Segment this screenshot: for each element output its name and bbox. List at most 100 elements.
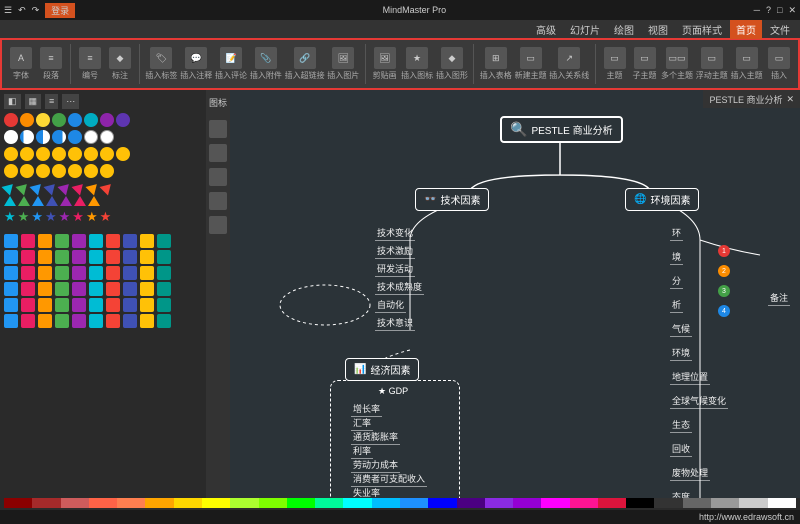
menu-首页[interactable]: 首页 — [730, 20, 762, 39]
prog-a[interactable] — [84, 130, 98, 144]
panel-tabs[interactable]: ◧ ▦ ≡ ⋯ — [4, 94, 202, 109]
strip-icon-task[interactable] — [209, 168, 227, 186]
icon-panel: ◧ ▦ ≡ ⋯ — [0, 90, 206, 498]
leaf-r-4[interactable]: 气候 — [670, 321, 692, 337]
leaf-r-5[interactable]: 环境 — [670, 345, 692, 361]
ribbon-主题[interactable]: ▭主题 — [602, 47, 628, 81]
menu-高级[interactable]: 高级 — [530, 20, 562, 39]
leaf-r-7[interactable]: 全球气候变化 — [670, 393, 728, 409]
ribbon-插入超链接[interactable]: 🔗插入超链接 — [285, 47, 324, 81]
leaf-r-8[interactable]: 生态 — [670, 417, 692, 433]
leaf-l-3[interactable]: 技术成熟度 — [375, 279, 424, 295]
ribbon-插入标签[interactable]: 🏷插入标签 — [146, 47, 177, 81]
priority-4[interactable] — [52, 113, 66, 127]
leaf-r-6[interactable]: 地理位置 — [670, 369, 710, 385]
ribbon-新建主题[interactable]: ▭新建主题 — [515, 47, 546, 81]
ribbon-插入附件[interactable]: 📎插入附件 — [250, 47, 281, 81]
ribbon-多个主题[interactable]: ▭▭多个主题 — [662, 47, 693, 81]
tab-more[interactable]: ⋯ — [62, 94, 79, 109]
emoji-1[interactable] — [4, 147, 18, 161]
side-panel: ◧ ▦ ≡ ⋯ — [0, 90, 230, 498]
ribbon-插入主题[interactable]: ▭插入主题 — [731, 47, 762, 81]
strip-icon-cal[interactable] — [209, 216, 227, 234]
prog-75[interactable] — [52, 130, 66, 144]
node-env[interactable]: 🌐环境因素 — [625, 188, 699, 211]
color-strip[interactable] — [0, 498, 800, 510]
note-leaf[interactable]: 备注 — [768, 290, 790, 306]
menu-视图[interactable]: 视图 — [642, 20, 674, 39]
ribbon-编号[interactable]: ≡编号 — [77, 47, 103, 81]
priority-3[interactable] — [36, 113, 50, 127]
leaf-box-6[interactable]: 失业率 — [351, 485, 382, 498]
tab-img[interactable]: ≡ — [45, 94, 58, 109]
document-tab[interactable]: PESTLE 商业分析✕ — [703, 90, 800, 108]
prog-0[interactable] — [4, 130, 18, 144]
priority-7[interactable] — [100, 113, 114, 127]
ribbon-插入图片[interactable]: 🖼插入图片 — [328, 47, 359, 81]
ribbon-标注[interactable]: ◆标注 — [107, 47, 133, 81]
min-icon[interactable]: ─ — [754, 5, 760, 15]
help-icon[interactable]: ? — [766, 5, 771, 15]
priority-2[interactable] — [20, 113, 34, 127]
tab-clip[interactable]: ▦ — [25, 94, 42, 109]
strip-icon-link[interactable] — [209, 192, 227, 210]
ribbon-浮动主题[interactable]: ▭浮动主题 — [696, 47, 727, 81]
prog-50[interactable] — [36, 130, 50, 144]
ribbon-插入评论[interactable]: 📝插入评论 — [216, 47, 247, 81]
emoji-row2 — [4, 164, 202, 178]
ribbon-toolbar: A字体≡段落 ≡编号◆标注 🏷插入标签💬插入注释📝插入评论📎插入附件🔗插入超链接🖼插… — [0, 38, 800, 90]
ribbon-插入[interactable]: ▭插入 — [766, 47, 792, 81]
leaf-l-4[interactable]: 自动化 — [375, 297, 406, 313]
menu-文件[interactable]: 文件 — [764, 20, 796, 39]
close-tab-icon[interactable]: ✕ — [786, 94, 794, 105]
leaf-l-2[interactable]: 研发活动 — [375, 261, 415, 277]
menu-页面样式[interactable]: 页面样式 — [676, 20, 728, 39]
ribbon-插入注释[interactable]: 💬插入注释 — [181, 47, 212, 81]
priority-6[interactable] — [84, 113, 98, 127]
prog-b[interactable] — [100, 130, 114, 144]
priority-5[interactable] — [68, 113, 82, 127]
menu-绘图[interactable]: 绘图 — [608, 20, 640, 39]
emoji-row1 — [4, 147, 202, 161]
ribbon-剪贴画[interactable]: 🖼剪贴画 — [372, 47, 398, 81]
ribbon-子主题[interactable]: ▭子主题 — [632, 47, 658, 81]
ribbon-插入图标[interactable]: ★插入图标 — [402, 47, 433, 81]
right-icon-strip: 图标 — [206, 90, 230, 498]
leaf-r-1[interactable]: 境 — [670, 249, 683, 265]
canvas[interactable]: PESTLE 商业分析✕ 🔍PESTLE 商业分析 👓技术因素 🌐环境因素 📊经… — [230, 90, 800, 498]
leaf-r-3[interactable]: 析 — [670, 297, 683, 313]
menu-幻灯片[interactable]: 幻灯片 — [564, 20, 606, 39]
node-tech[interactable]: 👓技术因素 — [415, 188, 489, 211]
url-label: http://www.edrawsoft.cn — [699, 512, 794, 522]
strip-icon-clip[interactable] — [209, 120, 227, 138]
prog-25[interactable] — [20, 130, 34, 144]
strip-icon-img[interactable] — [209, 144, 227, 162]
leaf-l-1[interactable]: 技术激励 — [375, 243, 415, 259]
redo-icon[interactable]: ↷ — [32, 5, 40, 16]
tab-marks[interactable]: ◧ — [4, 94, 21, 109]
login-btn[interactable]: 登录 — [45, 3, 75, 18]
ribbon-插入关系线[interactable]: ↗插入关系线 — [550, 47, 589, 81]
leaf-r-10[interactable]: 废物处理 — [670, 465, 710, 481]
priority-1[interactable] — [4, 113, 18, 127]
leaf-l-0[interactable]: 技术变化 — [375, 225, 415, 241]
leaf-r-0[interactable]: 环 — [670, 225, 683, 241]
root-node[interactable]: 🔍PESTLE 商业分析 — [500, 116, 623, 143]
ribbon-段落[interactable]: ≡段落 — [38, 47, 64, 81]
arrow-row — [4, 181, 202, 193]
leaf-r-11[interactable]: 态度 — [670, 489, 692, 498]
window-icon[interactable]: □ — [777, 5, 782, 15]
ribbon-插入图形[interactable]: ◆插入图形 — [437, 47, 468, 81]
leaf-r-9[interactable]: 回收 — [670, 441, 692, 457]
priority-8[interactable] — [116, 113, 130, 127]
leaf-l-5[interactable]: 技术意识 — [375, 315, 415, 331]
close-icon[interactable]: ✕ — [788, 5, 796, 16]
prog-100[interactable] — [68, 130, 82, 144]
undo-icon[interactable]: ↶ — [18, 5, 26, 16]
node-econ[interactable]: 📊经济因素 — [345, 358, 419, 381]
ribbon-插入表格[interactable]: ⊞插入表格 — [480, 47, 511, 81]
menu-icon[interactable]: ☰ — [4, 5, 12, 16]
symbol-grid — [4, 234, 202, 328]
ribbon-字体[interactable]: A字体 — [8, 47, 34, 81]
leaf-r-2[interactable]: 分 — [670, 273, 683, 289]
